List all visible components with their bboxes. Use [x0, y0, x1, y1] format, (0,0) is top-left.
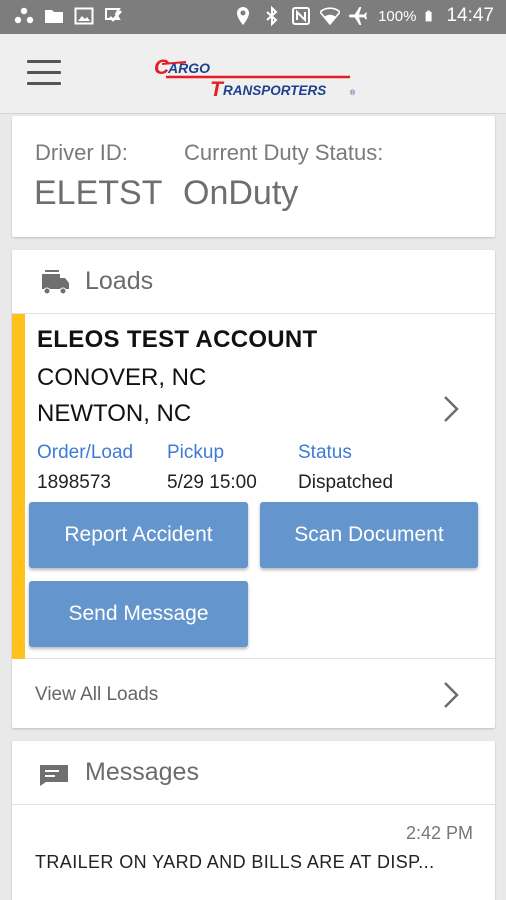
nfc-icon	[292, 7, 311, 25]
loads-header: Loads	[12, 250, 495, 314]
chevron-right-icon[interactable]	[440, 680, 462, 710]
loads-card: Loads ELEOS TEST ACCOUNT CONOVER, NC NEW…	[12, 250, 495, 728]
svg-text:®: ®	[350, 89, 356, 97]
dots-icon	[14, 7, 34, 24]
driver-card: Driver ID: ELETST Current Duty Status: O…	[12, 116, 495, 237]
message-text: TRAILER ON YARD AND BILLS ARE AT DISP...	[35, 852, 435, 872]
status-time: 14:47	[446, 5, 494, 26]
status-bar: 100% 14:47	[0, 0, 506, 34]
checkmark-icon	[105, 8, 122, 22]
load-item[interactable]: ELEOS TEST ACCOUNT CONOVER, NC NEWTON, N…	[12, 314, 495, 659]
pickup-label: Pickup	[167, 442, 225, 463]
battery-icon	[426, 10, 433, 22]
hamburger-menu-icon[interactable]	[27, 60, 61, 88]
pickup-value: 5/29 15:00	[167, 472, 257, 493]
status-bar-right: 100% 14:47	[233, 5, 494, 27]
wifi-icon	[320, 7, 341, 26]
bluetooth-icon	[266, 6, 278, 26]
image-icon	[74, 7, 94, 25]
location-icon	[237, 7, 250, 25]
duty-status-label: Current Duty Status:	[184, 140, 384, 165]
truck-icon	[42, 270, 69, 295]
loads-title: Loads	[85, 267, 154, 295]
view-all-loads-label: View All Loads	[35, 684, 159, 705]
load-account: ELEOS TEST ACCOUNT	[37, 326, 318, 353]
load-origin: CONOVER, NC	[37, 364, 207, 391]
messages-title: Messages	[85, 758, 199, 786]
messages-card: Messages 2:42 PM TRAILER ON YARD AND BIL…	[12, 741, 495, 900]
driver-id-label: Driver ID:	[35, 140, 128, 165]
status-value: Dispatched	[298, 472, 394, 493]
scan-document-button[interactable]: Scan Document	[260, 502, 478, 568]
airplane-icon	[349, 6, 368, 26]
driver-id-value: ELETST	[34, 174, 163, 212]
status-label: Status	[298, 442, 352, 463]
chevron-right-icon[interactable]	[440, 394, 462, 424]
app-bar: C ARGO T RANSPORTERS ®	[0, 34, 506, 114]
duty-status-value: OnDuty	[183, 174, 299, 212]
svg-text:ARGO: ARGO	[167, 60, 210, 76]
message-icon	[40, 765, 68, 786]
report-accident-button[interactable]: Report Accident	[29, 502, 248, 568]
messages-header: Messages	[12, 741, 495, 805]
send-message-button[interactable]: Send Message	[29, 581, 248, 647]
status-bar-left	[14, 6, 124, 26]
folder-icon	[45, 10, 63, 23]
order-load-label: Order/Load	[37, 442, 134, 463]
svg-text:RANSPORTERS: RANSPORTERS	[223, 83, 326, 98]
load-accent-bar	[12, 314, 25, 659]
message-time: 2:42 PM	[405, 823, 473, 843]
battery-percent: 100%	[378, 7, 417, 25]
order-load-value: 1898573	[37, 472, 111, 493]
view-all-loads-row[interactable]: View All Loads	[12, 660, 495, 728]
cargo-transporters-logo: C ARGO T RANSPORTERS ®	[154, 56, 356, 101]
load-destination: NEWTON, NC	[37, 400, 192, 427]
